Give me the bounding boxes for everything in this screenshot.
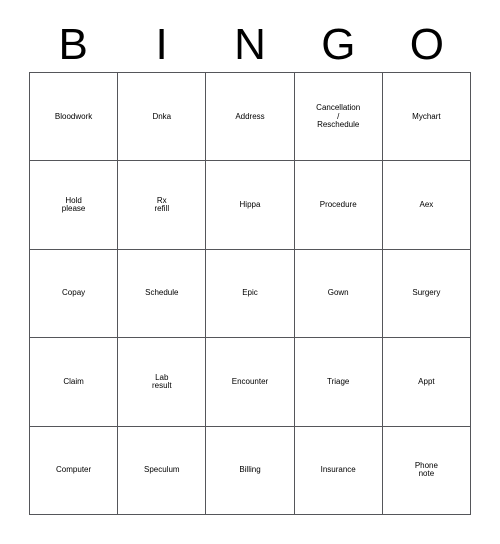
bingo-cell-r2c4[interactable]: Procedure bbox=[294, 161, 383, 250]
bingo-cell-label: Address bbox=[235, 111, 265, 121]
bingo-cell-r2c2[interactable]: Rx refill bbox=[118, 161, 207, 250]
bingo-cell-label: Phone note bbox=[414, 460, 438, 479]
bingo-cell-label: Insurance bbox=[320, 465, 356, 475]
bingo-cell-label: Surgery bbox=[412, 288, 441, 298]
bingo-cell-r2c1[interactable]: Hold please bbox=[30, 161, 119, 250]
bingo-cell-r1c5[interactable]: Mychart bbox=[382, 73, 471, 162]
bingo-grid: Bloodwork Dnka Address Cancellation / Resch… bbox=[29, 72, 471, 515]
bingo-cell-label: Rx refill bbox=[154, 195, 170, 214]
bingo-cell-r4c1[interactable]: Claim bbox=[30, 338, 119, 427]
bingo-cell-label: Aex bbox=[419, 199, 434, 209]
bingo-cell-r5c1[interactable]: Computer bbox=[30, 426, 119, 515]
bingo-cell-r1c4[interactable]: Cancellation / Reschedule bbox=[294, 73, 383, 162]
bingo-cell-label: Copay bbox=[62, 288, 86, 298]
bingo-card: B I N G O Bloodwork Dnka Address Cancellation /… bbox=[0, 0, 500, 544]
bingo-cell-r1c2[interactable]: Dnka bbox=[118, 73, 207, 162]
bingo-cell-label: Triage bbox=[327, 376, 350, 386]
bingo-header-letter-n: N bbox=[234, 20, 266, 69]
bingo-cell-r5c2[interactable]: Speculum bbox=[118, 426, 207, 515]
bingo-cell-label: Bloodwork bbox=[54, 111, 93, 121]
bingo-header-letter-b: B bbox=[58, 20, 88, 69]
bingo-header: BINGO bbox=[29, 18, 471, 68]
bingo-cell-label: Procedure bbox=[319, 199, 357, 209]
bingo-cell-r2c5[interactable]: Aex bbox=[382, 161, 471, 250]
bingo-cell-label: Mychart bbox=[412, 111, 441, 121]
bingo-cell-r4c3[interactable]: Encounter bbox=[206, 338, 295, 427]
bingo-cell-label: Epic bbox=[242, 288, 258, 298]
bingo-cell-label: Speculum bbox=[144, 465, 180, 475]
bingo-cell-r5c4[interactable]: Insurance bbox=[294, 426, 383, 515]
bingo-cell-r3c4[interactable]: Gown bbox=[294, 249, 383, 339]
bingo-cell-r3c1[interactable]: Copay bbox=[30, 249, 119, 339]
bingo-cell-label: Hippa bbox=[239, 199, 261, 209]
bingo-cell-label: Dnka bbox=[152, 111, 172, 121]
bingo-cell-r4c5[interactable]: Appt bbox=[382, 338, 471, 427]
bingo-cell-r4c2[interactable]: Lab result bbox=[118, 338, 207, 427]
bingo-cell-label: Schedule bbox=[145, 288, 179, 298]
bingo-cell-label: Cancellation / Reschedule bbox=[316, 103, 361, 129]
bingo-header-letter-o: O bbox=[409, 20, 444, 69]
bingo-header-letter-i: I bbox=[155, 20, 168, 69]
bingo-cell-r4c4[interactable]: Triage bbox=[294, 338, 383, 427]
bingo-cell-label: Lab result bbox=[152, 372, 172, 390]
bingo-cell-r3c3[interactable]: Epic bbox=[206, 249, 295, 339]
bingo-cell-r5c3[interactable]: Billing bbox=[206, 426, 295, 515]
bingo-cell-label: Claim bbox=[63, 376, 84, 386]
bingo-cell-label: Encounter bbox=[231, 376, 269, 386]
bingo-cell-r5c5[interactable]: Phone note bbox=[382, 426, 471, 515]
bingo-cell-r3c2[interactable]: Schedule bbox=[118, 249, 207, 339]
bingo-cell-label: Gown bbox=[327, 288, 349, 298]
bingo-cell-label: Billing bbox=[239, 465, 261, 475]
bingo-cell-r3c5[interactable]: Surgery bbox=[382, 249, 471, 339]
bingo-cell-label: Hold please bbox=[61, 195, 86, 214]
bingo-cell-label: Computer bbox=[56, 465, 92, 475]
bingo-cell-r1c3[interactable]: Address bbox=[206, 73, 295, 162]
bingo-cell-label: Appt bbox=[418, 376, 435, 386]
bingo-cell-r2c3[interactable]: Hippa bbox=[206, 161, 295, 250]
bingo-header-letter-g: G bbox=[321, 20, 356, 69]
bingo-cell-r1c1[interactable]: Bloodwork bbox=[30, 73, 119, 162]
